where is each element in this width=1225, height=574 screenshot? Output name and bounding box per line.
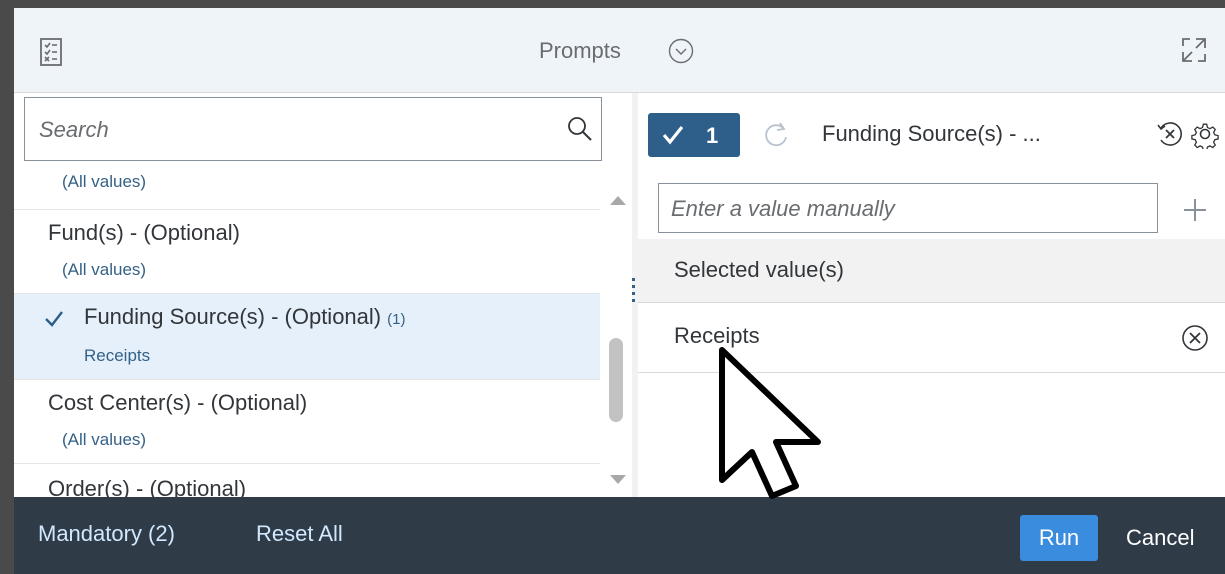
prompts-icon[interactable] — [40, 38, 62, 66]
scrollbar-thumb[interactable] — [609, 338, 623, 422]
mandatory-link[interactable]: Mandatory (2) — [38, 521, 175, 547]
prompt-label: Order(s) - (Optional) — [48, 476, 247, 497]
reset-all-link[interactable]: Reset All — [256, 521, 343, 547]
scroll-up-arrow[interactable] — [610, 196, 626, 205]
check-icon — [45, 311, 63, 327]
remove-circle-icon[interactable] — [1181, 324, 1209, 352]
list-item-cost-center[interactable]: Cost Center(s) - (Optional) (All values) — [14, 380, 600, 464]
prompt-list-pane: (All values) Fund(s) - (Optional) (All v… — [14, 93, 632, 497]
splitter-grip-icon[interactable] — [632, 278, 636, 310]
prompt-name: Funding Source(s) - ... — [822, 121, 1041, 146]
prompt-label: Fund(s) - (Optional) — [48, 220, 240, 245]
prompt-label: Funding Source(s) - (Optional) (1) — [84, 304, 406, 329]
clear-selection-icon[interactable] — [1156, 120, 1184, 148]
gear-icon[interactable] — [1190, 119, 1220, 149]
cancel-button[interactable]: Cancel — [1120, 515, 1220, 561]
chevron-down-circle-icon[interactable] — [668, 38, 694, 64]
manual-value-input[interactable] — [669, 192, 1143, 226]
selected-values-title: Selected value(s) — [674, 257, 844, 282]
list-item[interactable]: (All values) — [14, 172, 600, 210]
search-field[interactable] — [24, 97, 602, 161]
run-button[interactable]: Run — [1020, 515, 1098, 561]
dialog-header: Prompts — [14, 8, 1225, 93]
list-item-fund[interactable]: Fund(s) - (Optional) (All values) — [14, 210, 600, 294]
dialog-footer: Mandatory (2) Reset All Run Cancel — [14, 497, 1225, 574]
add-icon[interactable] — [1182, 197, 1208, 223]
prompt-list: (All values) Fund(s) - (Optional) (All v… — [14, 172, 600, 497]
manual-value-field[interactable] — [658, 183, 1158, 233]
selection-count: (1) — [387, 311, 406, 328]
list-item-funding-source[interactable]: Funding Source(s) - (Optional) (1) Receip… — [14, 294, 600, 380]
list-item-order[interactable]: Order(s) - (Optional) — [14, 464, 600, 497]
prompts-dialog: Prompts (All values) Fund(s) - (Opti — [14, 8, 1225, 574]
expand-icon[interactable] — [1180, 36, 1208, 64]
dialog-title: Prompts — [539, 38, 621, 63]
check-icon — [662, 126, 684, 145]
prompt-value: (All values) — [62, 430, 147, 449]
prompt-label: Cost Center(s) - (Optional) — [48, 390, 308, 415]
prompt-value: Receipts — [84, 346, 151, 365]
prompt-value: (All values) — [62, 260, 147, 279]
badge-count: 1 — [706, 123, 719, 148]
scroll-down-arrow[interactable] — [610, 475, 626, 484]
prompt-value: (All values) — [62, 172, 147, 191]
selected-values-header: Selected value(s) — [638, 239, 1225, 303]
refresh-icon[interactable] — [764, 119, 790, 149]
search-input[interactable] — [37, 110, 541, 150]
mouse-pointer-icon — [719, 347, 821, 499]
selection-count-badge[interactable]: 1 — [648, 113, 740, 157]
search-icon[interactable] — [567, 116, 593, 142]
